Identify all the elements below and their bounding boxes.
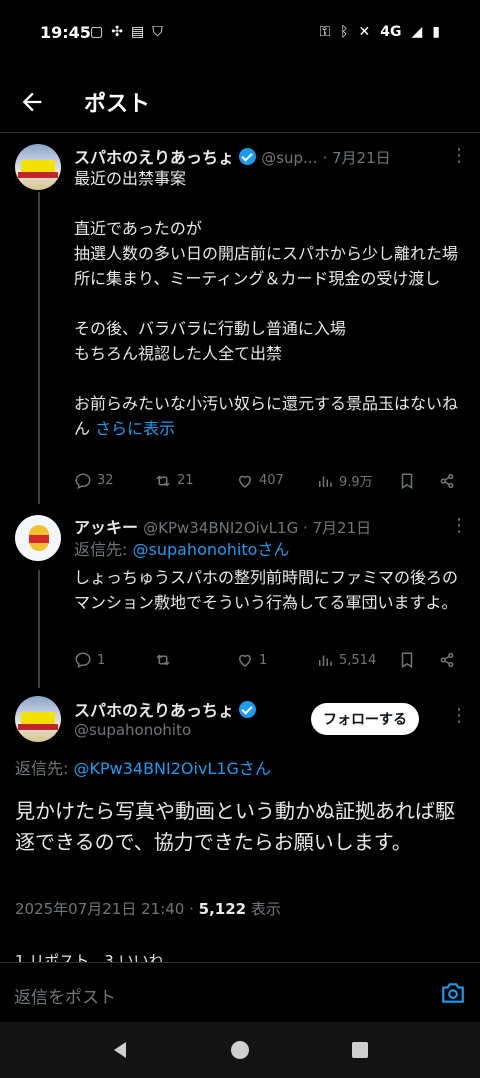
bookmark-action[interactable]	[398, 651, 438, 669]
more-options-icon[interactable]: ⋮	[450, 515, 468, 536]
reply-count: 1	[97, 652, 106, 668]
reply-action[interactable]: 32	[74, 472, 154, 490]
share-action[interactable]	[438, 651, 456, 669]
fan-icon: ✣	[111, 24, 123, 40]
post-text: 最近の出禁事案 直近であったのが 抽選人数の多い日の開店前にスパホから少し離れた…	[74, 169, 459, 438]
repost-action[interactable]: 21	[154, 472, 236, 490]
avatar[interactable]	[15, 515, 61, 561]
camera-icon[interactable]	[440, 981, 466, 1005]
nav-recents-icon[interactable]	[351, 1041, 369, 1059]
views-count: 5,122	[198, 900, 247, 918]
browser-icon: ▤	[130, 24, 145, 40]
views-icon	[319, 476, 332, 487]
author-handle[interactable]: @sup...	[261, 149, 317, 167]
post-actions: 32 21 407 9.9万	[74, 471, 464, 490]
key-icon: ⚿	[319, 24, 331, 40]
reply-to-line: 返信先: @KPw34BNI2OivL1Gさん	[15, 759, 271, 778]
bookmark-icon	[401, 652, 413, 669]
post-header: アッキー @KPw34BNI2OivL1G · 7月21日	[74, 514, 454, 538]
author-handle[interactable]: @supahonohito	[74, 721, 191, 739]
heart-icon	[238, 475, 252, 488]
back-arrow-icon[interactable]	[18, 88, 46, 116]
avatar[interactable]	[15, 696, 61, 742]
repost-icon	[156, 654, 170, 666]
system-icons: ⚿ ᛒ ✕ 4G ◢ ▮	[319, 24, 440, 40]
top-app-bar: ポスト	[0, 70, 480, 133]
shield-icon: ⛉	[152, 24, 163, 40]
bookmark-action[interactable]	[398, 472, 438, 490]
view-count: 5,514	[339, 652, 377, 668]
more-options-icon[interactable]: ⋮	[450, 145, 468, 166]
nav-back-icon[interactable]	[110, 1040, 130, 1060]
repost-action[interactable]	[154, 651, 236, 669]
author-handle[interactable]: @KPw34BNI2OivL1G · 7月21日	[143, 519, 371, 537]
avatar[interactable]	[15, 144, 61, 190]
signal-icon: ◢	[411, 24, 423, 40]
like-action[interactable]: 407	[236, 472, 316, 490]
verified-badge-icon	[239, 701, 257, 718]
share-icon	[440, 473, 454, 488]
post-text: しょっちゅうスパホの整列前時間にファミマの後ろのマンション敷地でそういう行為して…	[74, 568, 459, 612]
views-label: 表示	[246, 900, 281, 918]
like-count: 1	[259, 652, 268, 668]
show-more-link[interactable]: さらに表示	[95, 419, 175, 438]
thread-line	[38, 192, 40, 504]
views-action[interactable]: 5,514	[316, 651, 398, 669]
post-header: スパホのえりあっちょ	[74, 697, 257, 721]
share-action[interactable]	[438, 472, 456, 490]
post-header: スパホのえりあっちょ @sup... · 7月21日	[74, 144, 454, 168]
status-bar: 19:45 ▢ ✣ ▤ ⛉ ⚿ ᛒ ✕ 4G ◢ ▮	[0, 0, 480, 70]
reply-icon	[75, 472, 91, 489]
nav-home-icon[interactable]	[229, 1039, 251, 1061]
post-timestamp: 2025年07月21日 21:40 ·	[15, 900, 199, 918]
screenshot-icon: ▢	[90, 24, 104, 40]
post-actions: 1 1 5,514	[74, 651, 464, 669]
system-navigation-bar	[0, 1022, 480, 1078]
views-icon	[319, 655, 332, 666]
notification-icons: ▢ ✣ ▤ ⛉	[90, 24, 163, 40]
post-date[interactable]: · 7月21日	[322, 149, 390, 167]
battery-icon: ▮	[432, 24, 440, 40]
reply-to-user-link[interactable]: @KPw34BNI2OivL1Gさん	[73, 759, 270, 778]
author-name[interactable]: スパホのえりあっちょ	[74, 701, 234, 720]
reply-icon	[75, 652, 91, 669]
view-count: 9.9万	[339, 475, 373, 490]
author-name[interactable]: スパホのえりあっちょ	[74, 148, 234, 167]
like-action[interactable]: 1	[236, 651, 316, 669]
heart-icon	[238, 654, 252, 667]
reply-to-line: 返信先: @supahonohitoさん	[74, 540, 290, 559]
post-meta: 2025年07月21日 21:40 · 5,122 表示	[15, 898, 281, 919]
status-time: 19:45	[40, 23, 91, 42]
page-title: ポスト	[84, 92, 151, 117]
repost-icon	[156, 474, 170, 487]
verified-badge-icon	[239, 148, 257, 165]
reply-composer-bar[interactable]: 返信をポスト	[0, 962, 480, 1023]
mute-icon: ✕	[358, 24, 371, 40]
reply-to-user-link[interactable]: @supahonohitoさん	[132, 540, 289, 559]
share-icon	[440, 652, 454, 668]
bluetooth-icon: ᛒ	[340, 24, 349, 40]
network-type: 4G	[380, 24, 402, 40]
repost-count: 21	[177, 473, 194, 488]
views-action[interactable]: 9.9万	[316, 471, 398, 490]
reply-action[interactable]: 1	[74, 651, 154, 669]
bookmark-icon	[401, 473, 413, 489]
post-text: 見かけたら写真や動画という動かぬ証拠あれば駆逐できるので、協力できたらお願いしま…	[15, 799, 455, 854]
reply-count: 32	[97, 473, 114, 488]
follow-button[interactable]: フォローする	[311, 703, 419, 735]
more-options-icon[interactable]: ⋮	[450, 705, 468, 726]
reply-input[interactable]: 返信をポスト	[14, 983, 116, 1008]
like-count: 407	[259, 473, 284, 488]
author-name[interactable]: アッキー	[74, 518, 138, 537]
post-stats[interactable]: 1 リポスト 3 いいね	[15, 950, 164, 962]
thread-line	[38, 570, 40, 688]
